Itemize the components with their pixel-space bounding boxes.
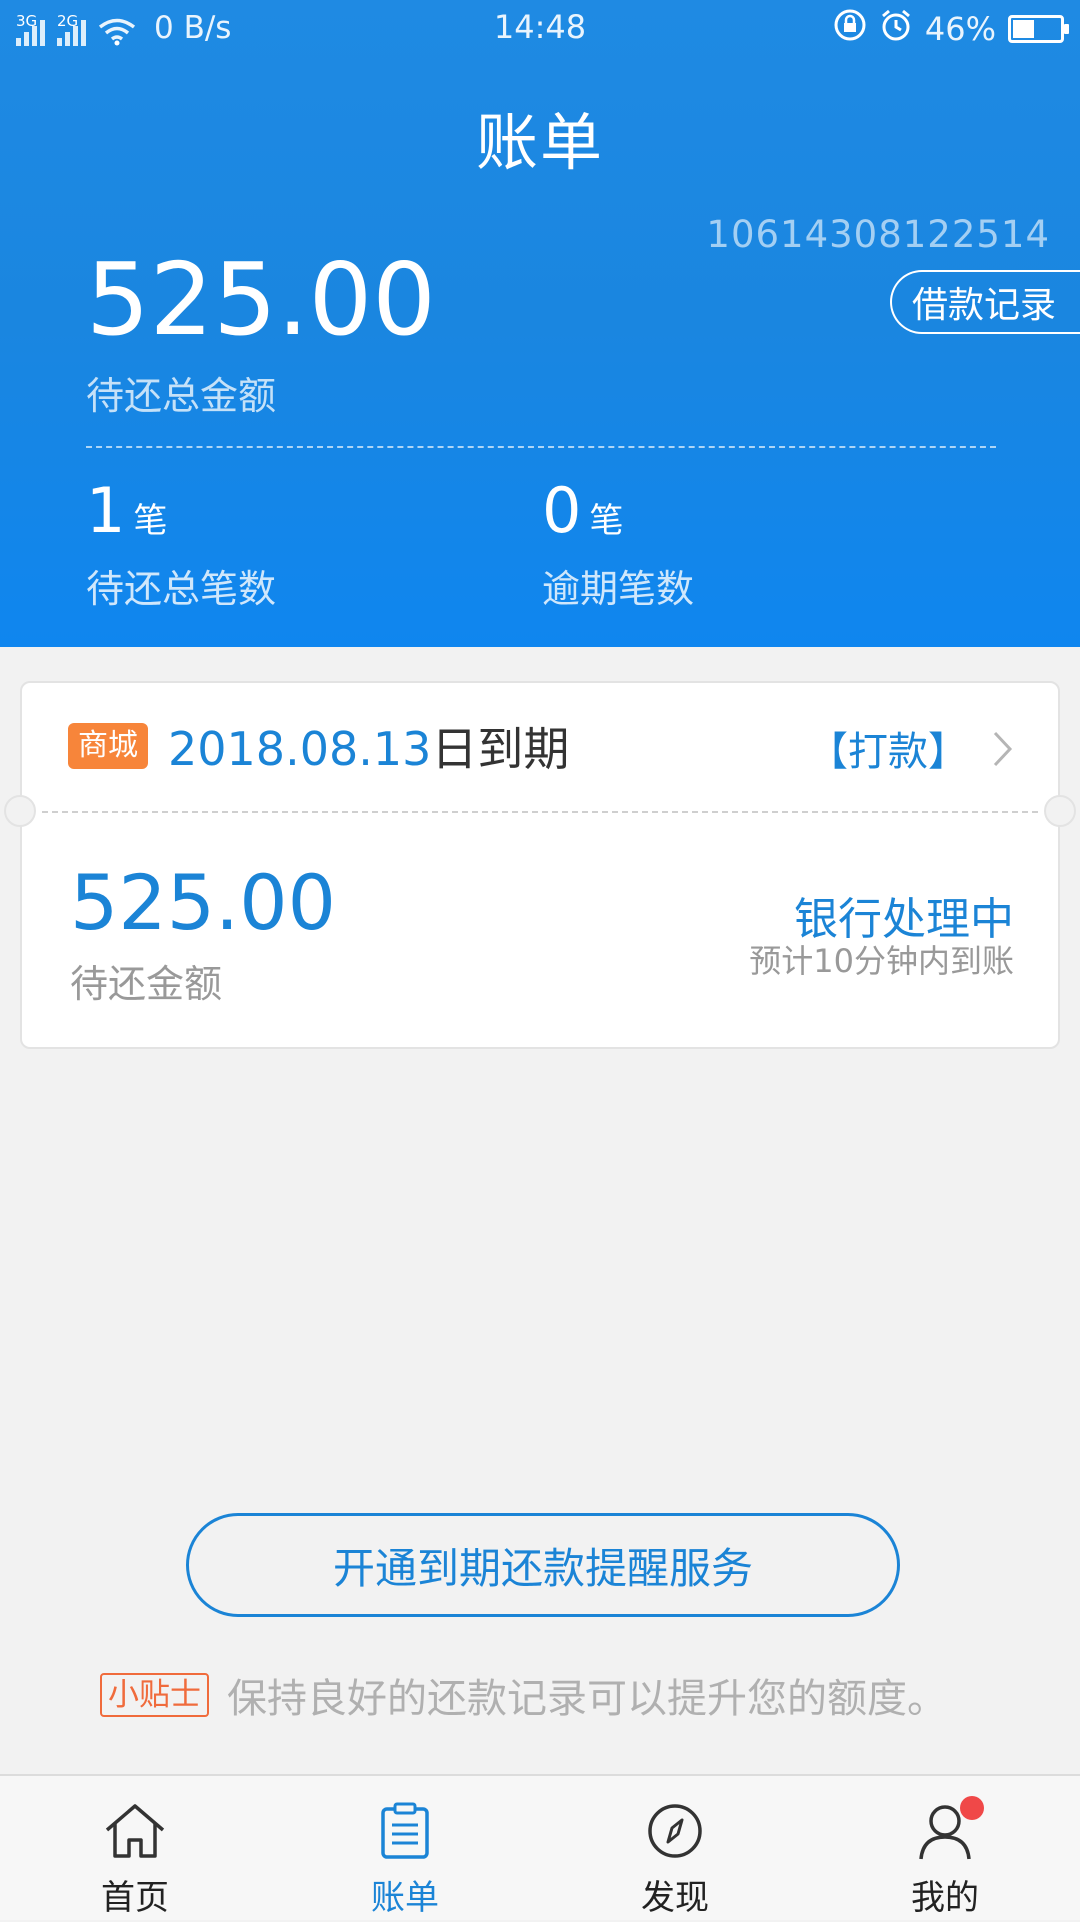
mall-tag: 商城 xyxy=(68,723,148,769)
bill-amount-label: 待还金额 xyxy=(70,962,223,1006)
due-reminder-button[interactable]: 开通到期还款提醒服务 xyxy=(186,1513,900,1617)
battery-percent: 46% xyxy=(924,10,996,48)
status-right: 46% xyxy=(833,8,1069,50)
page-title: 账单 xyxy=(475,106,604,179)
bill-amount: 525.00 xyxy=(70,858,336,947)
stat-overdue-count: 0笔 逾期笔数 xyxy=(542,480,694,613)
stat-overdue-label: 逾期笔数 xyxy=(542,567,695,611)
chevron-right-icon[interactable] xyxy=(992,729,1014,773)
bottom-nav: 首页 账单 发现 我的 xyxy=(0,1774,1080,1920)
nav-label-discover: 发现 xyxy=(641,1878,709,1918)
rotation-lock-icon xyxy=(833,8,867,50)
nav-label-mine: 我的 xyxy=(911,1878,979,1918)
header-divider xyxy=(86,446,996,448)
stat-pending-count: 1笔 待还总笔数 xyxy=(86,480,276,613)
home-icon xyxy=(103,1798,167,1864)
due-date-value: 2018.08.13 xyxy=(168,722,432,776)
nav-item-home[interactable]: 首页 xyxy=(0,1776,270,1922)
bill-icon xyxy=(379,1798,431,1864)
stat-overdue-num: 0 xyxy=(542,474,582,547)
due-date: 2018.08.13日到期 xyxy=(168,721,569,777)
due-date-suffix: 日到期 xyxy=(431,722,570,776)
total-amount: 525.00 xyxy=(86,241,436,358)
status-bar: 3G 2G 0 B/s 14:48 46% xyxy=(0,0,1080,58)
compass-icon xyxy=(646,1798,704,1864)
stat-overdue-unit: 笔 xyxy=(589,501,624,541)
tip: 小贴士 保持良好的还款记录可以提升您的额度。 xyxy=(100,1666,947,1724)
stat-pending-label: 待还总笔数 xyxy=(86,567,277,611)
header: 3G 2G 0 B/s 14:48 46% 账单 10614308122514 … xyxy=(0,0,1080,647)
tip-text: 保持良好的还款记录可以提升您的额度。 xyxy=(227,1676,947,1722)
bank-eta: 预计10分钟内到账 xyxy=(749,942,1014,980)
notification-dot xyxy=(960,1796,984,1820)
card-notch-right xyxy=(1044,795,1076,827)
nav-item-bill[interactable]: 账单 xyxy=(270,1776,540,1922)
pay-link[interactable]: 【打款】 xyxy=(808,727,968,777)
battery-icon xyxy=(1008,15,1069,43)
loan-record-button[interactable]: 借款记录 xyxy=(890,270,1080,334)
nav-item-discover[interactable]: 发现 xyxy=(540,1776,810,1922)
bill-card[interactable]: 商城 2018.08.13日到期 【打款】 525.00 待还金额 银行处理中 … xyxy=(4,681,1076,1049)
alarm-icon xyxy=(879,8,913,50)
nav-item-mine[interactable]: 我的 xyxy=(810,1776,1080,1922)
nav-label-bill: 账单 xyxy=(371,1878,439,1918)
total-amount-label: 待还总金额 xyxy=(86,374,277,418)
battery-fill xyxy=(1013,20,1035,38)
card-notch-left xyxy=(4,795,36,827)
nav-label-home: 首页 xyxy=(101,1878,169,1918)
tip-badge: 小贴士 xyxy=(100,1673,209,1717)
stat-pending-num: 1 xyxy=(86,474,126,547)
account-id: 10614308122514 xyxy=(706,213,1050,256)
stat-pending-unit: 笔 xyxy=(133,501,168,541)
card-divider xyxy=(42,811,1038,813)
